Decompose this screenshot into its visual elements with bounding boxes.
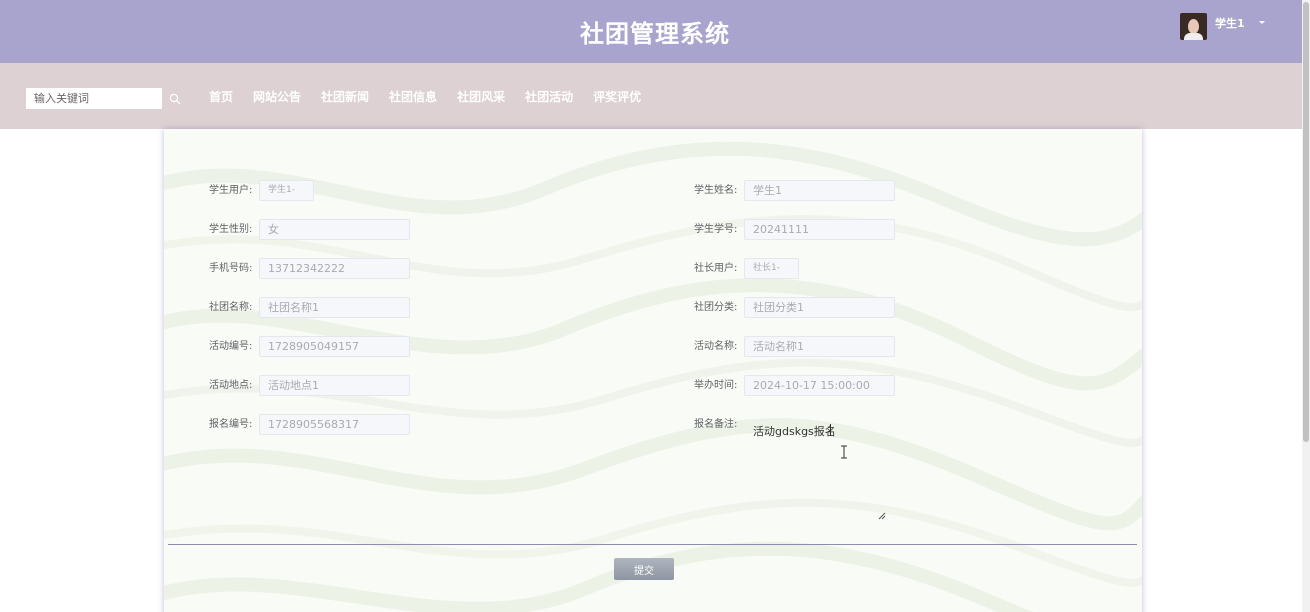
main-nav: 首页 网站公告 社团新闻 社团信息 社团风采 社团活动 评奖评优 bbox=[209, 88, 641, 105]
remark-label: 报名备注: bbox=[694, 419, 738, 430]
activity-location-label: 活动地点: bbox=[209, 380, 253, 391]
scrollbar-thumb[interactable] bbox=[1303, 2, 1309, 442]
phone-label: 手机号码: bbox=[209, 263, 253, 274]
search-input[interactable] bbox=[26, 88, 162, 109]
nav-item-home[interactable]: 首页 bbox=[209, 88, 233, 105]
ibeam-cursor-icon bbox=[841, 445, 847, 459]
activity-no-label: 活动编号: bbox=[209, 341, 253, 352]
text-cursor bbox=[830, 424, 831, 436]
nav-item-club-gallery[interactable]: 社团风采 bbox=[457, 88, 505, 105]
site-title: 社团管理系统 bbox=[580, 20, 730, 48]
gender-field[interactable]: 女 bbox=[259, 219, 410, 240]
student-name-field[interactable]: 学生1 bbox=[744, 180, 895, 201]
activity-name-label: 活动名称: bbox=[694, 341, 738, 352]
activity-name-field[interactable]: 活动名称1 bbox=[744, 336, 895, 357]
remark-text: 活动gdskgs报名 bbox=[753, 425, 836, 438]
club-name-label: 社团名称: bbox=[209, 302, 253, 313]
leader-user-field[interactable]: 社长1- bbox=[744, 258, 799, 279]
user-name[interactable]: 学生1 bbox=[1215, 15, 1245, 31]
submit-button[interactable]: 提交 bbox=[614, 558, 674, 580]
caret-down-icon[interactable] bbox=[1258, 21, 1265, 24]
event-time-field[interactable]: 2024-10-17 15:00:00 bbox=[744, 375, 895, 396]
student-user-label: 学生用户: bbox=[209, 185, 253, 196]
student-no-label: 学生学号: bbox=[694, 224, 738, 235]
activity-location-field[interactable]: 活动地点1 bbox=[259, 375, 410, 396]
page-scrollbar[interactable] bbox=[1302, 0, 1310, 612]
form-divider bbox=[168, 544, 1137, 545]
student-name-label: 学生姓名: bbox=[694, 185, 738, 196]
student-user-field[interactable]: 学生1- bbox=[259, 180, 314, 201]
resize-handle-icon[interactable] bbox=[878, 512, 886, 520]
student-no-field[interactable]: 20241111 bbox=[744, 219, 895, 240]
club-category-field[interactable]: 社团分类1 bbox=[744, 297, 895, 318]
avatar[interactable] bbox=[1180, 13, 1207, 40]
gender-label: 学生性别: bbox=[209, 224, 253, 235]
nav-item-awards[interactable]: 评奖评优 bbox=[593, 88, 641, 105]
leader-user-label: 社长用户: bbox=[694, 263, 738, 274]
search-icon[interactable] bbox=[169, 93, 181, 105]
event-time-label: 举办时间: bbox=[694, 380, 738, 391]
nav-item-club-info[interactable]: 社团信息 bbox=[389, 88, 437, 105]
form-panel bbox=[164, 129, 1142, 612]
signup-no-label: 报名编号: bbox=[209, 419, 253, 430]
top-header: 社团管理系统 学生1 bbox=[0, 0, 1310, 63]
nav-item-club-activities[interactable]: 社团活动 bbox=[525, 88, 573, 105]
nav-item-club-news[interactable]: 社团新闻 bbox=[321, 88, 369, 105]
club-category-label: 社团分类: bbox=[694, 302, 738, 313]
activity-no-field[interactable]: 1728905049157 bbox=[259, 336, 410, 357]
signup-no-field[interactable]: 1728905568317 bbox=[259, 414, 410, 435]
wave-background bbox=[164, 141, 1142, 612]
phone-field[interactable]: 13712342222 bbox=[259, 258, 410, 279]
user-menu[interactable]: 学生1 bbox=[1180, 13, 1265, 41]
nav-item-announcements[interactable]: 网站公告 bbox=[253, 88, 301, 105]
nav-bar bbox=[0, 63, 1310, 129]
club-name-field[interactable]: 社团名称1 bbox=[259, 297, 410, 318]
